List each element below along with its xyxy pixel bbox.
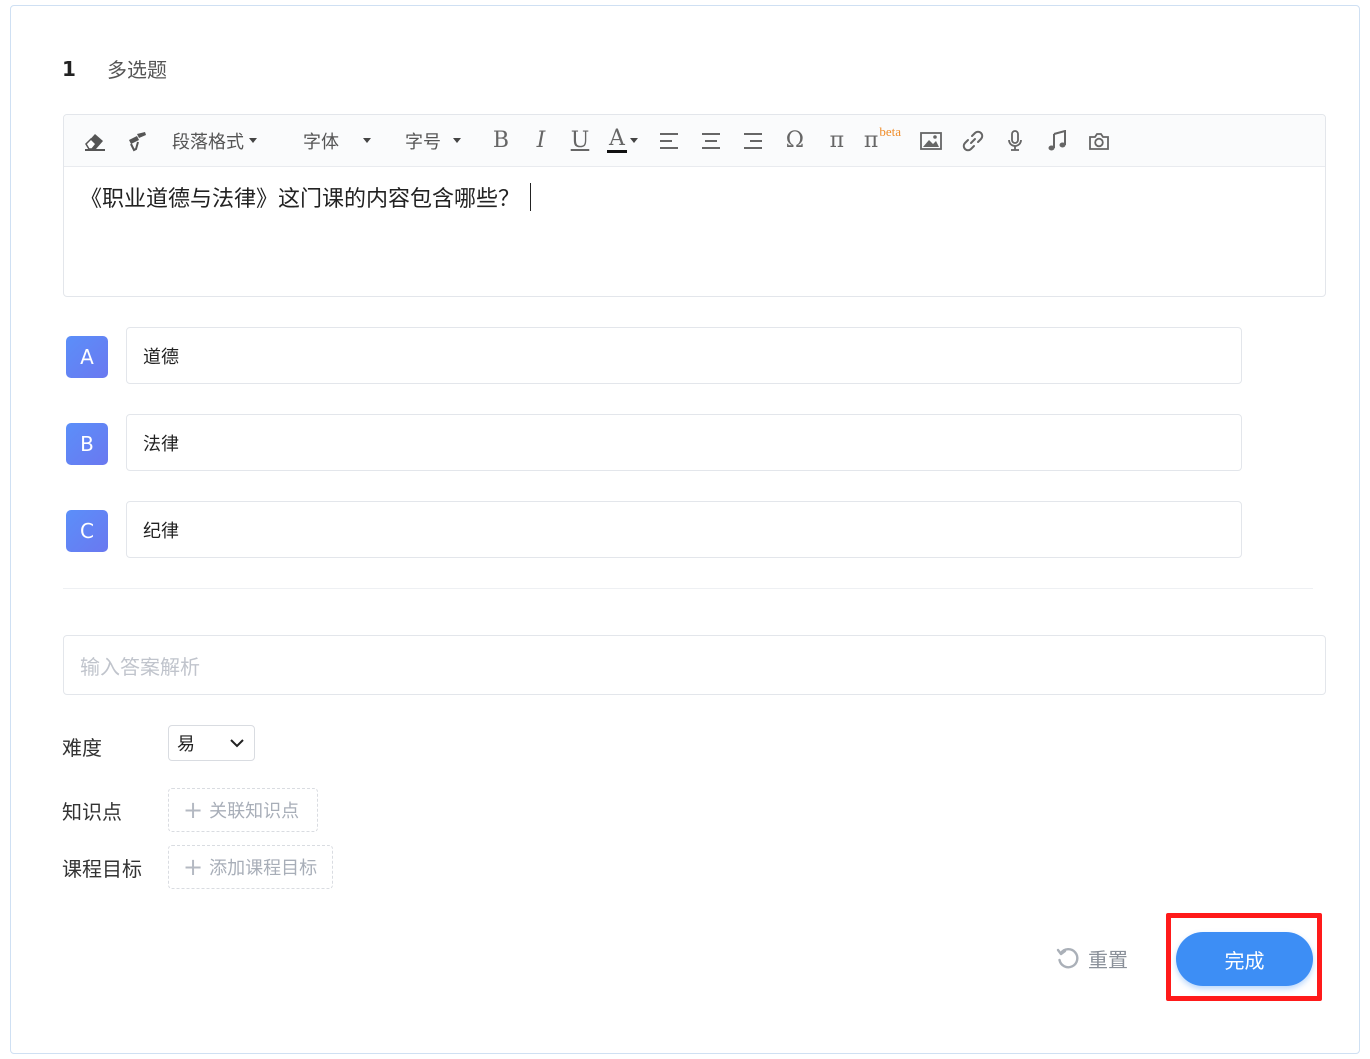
align-right-icon[interactable]: [742, 125, 764, 157]
camera-icon[interactable]: [1087, 125, 1111, 157]
paragraph-format-label: 段落格式: [172, 131, 244, 153]
done-button[interactable]: 完成: [1176, 932, 1313, 986]
difficulty-label: 难度: [62, 736, 102, 760]
rich-text-editor: 段落格式 字体 字号 B I U A Ω π π beta 《职业道德与法律》这…: [63, 114, 1326, 297]
link-icon[interactable]: [961, 125, 985, 157]
chevron-down-icon: [249, 138, 257, 143]
chevron-down-icon: [363, 138, 371, 143]
chevron-down-icon: [453, 138, 461, 143]
align-left-icon[interactable]: [658, 125, 680, 157]
formula-beta-button[interactable]: π beta: [863, 123, 902, 157]
plus-icon: +: [183, 853, 204, 881]
option-c-input[interactable]: 纪律: [126, 501, 1242, 558]
option-c: C 纪律: [65, 501, 1242, 558]
underline-button[interactable]: U: [569, 125, 591, 157]
question-stem-text: 《职业道德与法律》这门课的内容包含哪些？: [80, 187, 521, 212]
option-a-badge[interactable]: A: [66, 336, 108, 378]
font-dropdown[interactable]: 字体: [303, 125, 371, 157]
music-icon[interactable]: [1045, 125, 1069, 157]
chevron-down-icon: [629, 138, 638, 143]
font-label: 字体: [303, 131, 339, 153]
question-header: 1 多选题: [62, 54, 167, 83]
question-type: 多选题: [107, 58, 167, 82]
microphone-icon[interactable]: [1003, 125, 1027, 157]
option-a-input[interactable]: 道德: [126, 327, 1242, 384]
plus-icon: +: [183, 796, 204, 824]
add-course-goal-label: 添加课程目标: [209, 858, 318, 879]
option-a: A 道德: [65, 327, 1242, 384]
link-knowledge-label: 关联知识点: [209, 801, 300, 822]
italic-button[interactable]: I: [533, 125, 549, 157]
format-brush-icon[interactable]: [124, 125, 150, 157]
option-b-badge[interactable]: B: [66, 423, 108, 465]
chevron-down-icon: [230, 739, 244, 748]
option-c-badge[interactable]: C: [66, 510, 108, 552]
difficulty-value: 易: [177, 734, 195, 755]
add-course-goal-button[interactable]: + 添加课程目标: [168, 845, 333, 889]
section-divider: [63, 588, 1313, 589]
formula-button[interactable]: π: [826, 125, 848, 157]
special-char-button[interactable]: Ω: [784, 125, 806, 157]
link-knowledge-button[interactable]: + 关联知识点: [168, 788, 318, 832]
knowledge-point-label: 知识点: [62, 800, 122, 824]
text-cursor: [530, 183, 532, 211]
reset-icon: [1056, 947, 1079, 968]
eraser-icon[interactable]: [82, 125, 108, 157]
option-b-input[interactable]: 法律: [126, 414, 1242, 471]
reset-button[interactable]: 重置: [1056, 944, 1128, 973]
question-number: 1: [62, 56, 76, 81]
font-color-dropdown[interactable]: A: [607, 125, 638, 157]
answer-analysis-input[interactable]: 输入答案解析: [63, 635, 1326, 695]
beta-label: beta: [879, 123, 902, 139]
font-size-label: 字号: [405, 131, 441, 153]
paragraph-format-dropdown[interactable]: 段落格式: [172, 125, 257, 157]
bold-button[interactable]: B: [491, 125, 511, 157]
option-b: B 法律: [65, 414, 1242, 471]
pi-label: π: [863, 128, 879, 153]
reset-label: 重置: [1088, 948, 1128, 972]
difficulty-select[interactable]: 易: [168, 725, 255, 761]
image-icon[interactable]: [919, 125, 943, 157]
font-size-dropdown[interactable]: 字号: [405, 125, 461, 157]
font-color-label: A: [607, 126, 627, 153]
editor-content[interactable]: 《职业道德与法律》这门课的内容包含哪些？: [64, 167, 1325, 227]
editor-toolbar: 段落格式 字体 字号 B I U A Ω π π beta: [64, 115, 1325, 167]
course-goal-label: 课程目标: [62, 857, 142, 881]
align-center-icon[interactable]: [700, 125, 722, 157]
